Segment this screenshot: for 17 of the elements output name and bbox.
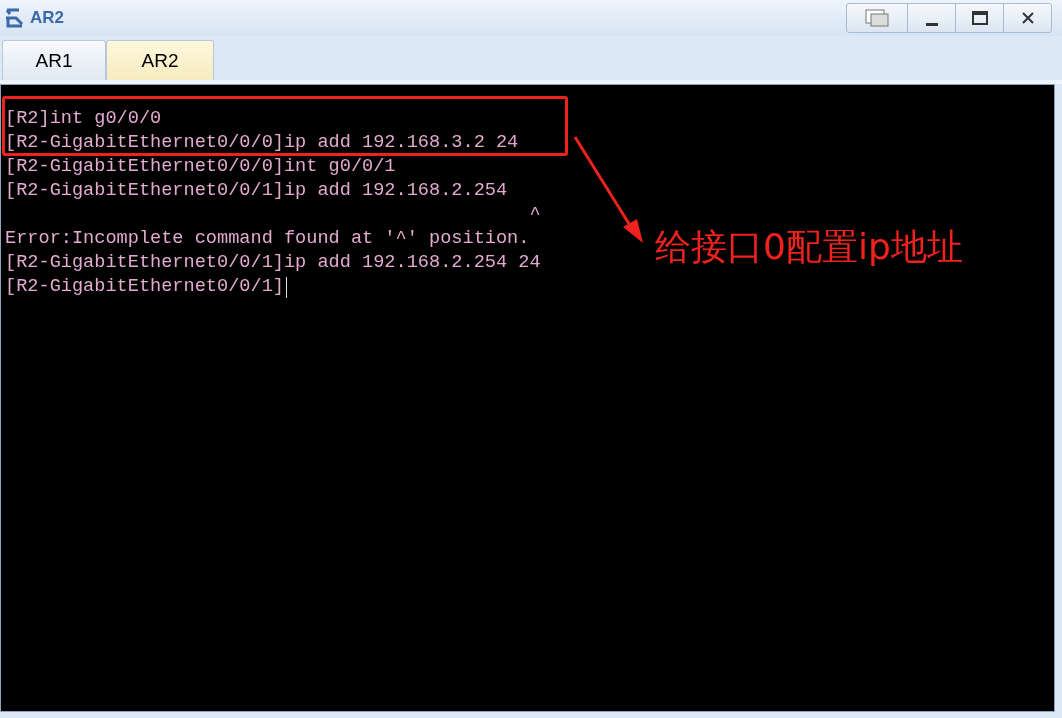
minimize-icon	[925, 22, 938, 26]
tab[interactable]: AR2	[106, 40, 214, 80]
close-icon	[1020, 11, 1035, 25]
annotation-text: 给接口0配置ip地址	[655, 225, 963, 269]
terminal-line: [R2-GigabitEthernet0/0/1]	[5, 277, 284, 297]
app-icon	[4, 6, 26, 30]
terminal-line: [R2-GigabitEthernet0/0/1]ip add 192.168.2.254 24	[5, 253, 541, 273]
terminal-line: [R2-GigabitEthernet0/0/0]ip add 192.168.3.2 24	[5, 133, 519, 153]
terminal-line: [R2-GigabitEthernet0/0/0]int g0/0/1	[5, 157, 396, 177]
terminal-line: ^	[528, 205, 541, 225]
terminal-line: Error:Incomplete command found at '^' position.	[5, 229, 530, 249]
maximize-icon	[970, 10, 989, 26]
windows-icon	[864, 8, 890, 28]
terminal-line: [R2]int g0/0/0	[5, 109, 162, 129]
tab[interactable]: AR1	[2, 40, 106, 80]
window-title: AR2	[30, 8, 65, 28]
terminal-line: [R2-GigabitEthernet0/0/1]ip add 192.168.2.254	[5, 181, 508, 201]
